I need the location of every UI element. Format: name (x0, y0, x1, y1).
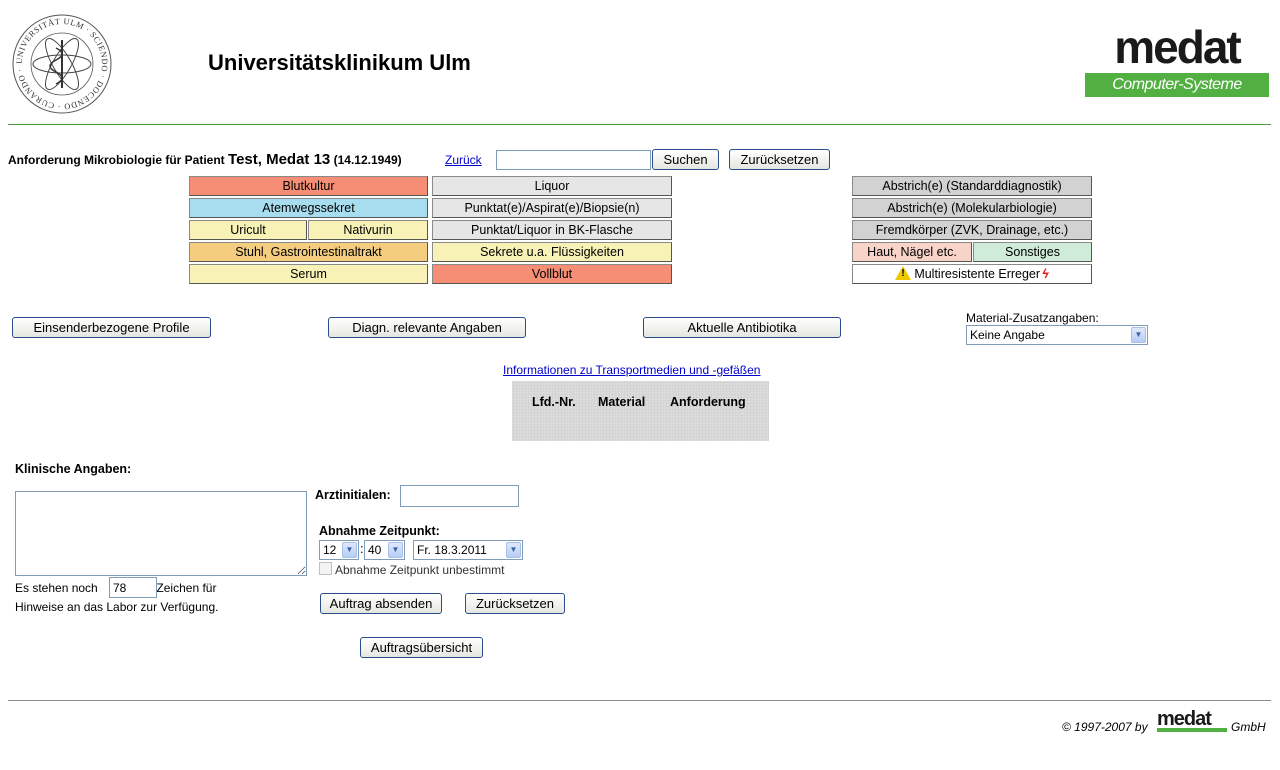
submit-order-button[interactable]: Auftrag absenden (320, 593, 442, 614)
material-serum[interactable]: Serum (189, 264, 428, 284)
university-seal-logo: UNIVERSITÄT ULM · SCIENDO · DOCENDO · CU… (12, 14, 112, 114)
minute-value: 40 (368, 543, 382, 557)
material-uricult[interactable]: Uricult (189, 220, 307, 240)
reset-search-button[interactable]: Zurücksetzen (729, 149, 830, 170)
chevron-down-icon: ▼ (342, 542, 357, 558)
diagnostic-info-button[interactable]: Diagn. relevante Angaben (328, 317, 526, 338)
patient-name: Test, Medat 13 (228, 151, 331, 168)
back-link[interactable]: Zurück (445, 153, 482, 167)
order-table: Lfd.-Nr. Material Anforderung (512, 381, 769, 441)
material-extra-select[interactable]: Keine Angabe ▼ (966, 325, 1148, 345)
medat-logo-word: medat (1114, 21, 1241, 73)
material-atemwegssekret[interactable]: Atemwegssekret (189, 198, 428, 218)
material-punktat-biopsie[interactable]: Punktat(e)/Aspirat(e)/Biopsie(n) (432, 198, 672, 218)
footer-logo-band (1157, 728, 1227, 732)
material-vollblut[interactable]: Vollblut (432, 264, 672, 284)
lightning-icon: ϟ (1042, 267, 1049, 281)
time-undetermined-label: Abnahme Zeitpunkt unbestimmt (335, 563, 505, 577)
material-fremdkoerper[interactable]: Fremdkörper (ZVK, Drainage, etc.) (852, 220, 1092, 240)
warning-icon (895, 266, 912, 280)
material-multiresistente-erreger[interactable]: Multiresistente Erregerϟ (852, 264, 1092, 284)
hour-select[interactable]: 12 ▼ (319, 540, 359, 560)
request-prefix: Anforderung Mikrobiologie für Patient (8, 153, 225, 167)
medat-logo: medat Computer-Systeme (1085, 22, 1269, 97)
material-stuhl[interactable]: Stuhl, Gastrointestinaltrakt (189, 242, 428, 262)
material-punktat-bk-flasche[interactable]: Punktat/Liquor in BK-Flasche (432, 220, 672, 240)
date-value: Fr. 18.3.2011 (417, 543, 487, 557)
column-header-number: Lfd.-Nr. (532, 395, 576, 409)
minute-select[interactable]: 40 ▼ (364, 540, 405, 560)
time-undetermined-checkbox[interactable] (319, 562, 332, 575)
header-divider (8, 124, 1271, 125)
patient-search-input[interactable] (496, 150, 651, 170)
order-overview-button[interactable]: Auftragsübersicht (360, 637, 483, 658)
sample-time-label: Abnahme Zeitpunkt: (319, 524, 440, 538)
transport-info-link[interactable]: Informationen zu Transportmedien und -ge… (503, 363, 760, 377)
chevron-down-icon: ▼ (1131, 327, 1146, 343)
hour-value: 12 (323, 543, 337, 557)
material-haut-naegel[interactable]: Haut, Nägel etc. (852, 242, 972, 262)
material-sonstiges[interactable]: Sonstiges (973, 242, 1092, 262)
copyright-text: © 1997-2007 by (1062, 720, 1148, 734)
footer-divider (8, 700, 1271, 701)
clinical-info-textarea[interactable] (15, 491, 307, 576)
footer-medat-logo: medat (1157, 708, 1227, 733)
footer-gmbh: GmbH (1231, 720, 1266, 734)
chevron-down-icon: ▼ (388, 542, 403, 558)
material-extra-label: Material-Zusatzangaben: (966, 311, 1099, 325)
column-header-material: Material (598, 395, 646, 409)
patient-dob: (14.12.1949) (333, 153, 402, 167)
material-blutkultur[interactable]: Blutkultur (189, 176, 428, 196)
material-liquor[interactable]: Liquor (432, 176, 672, 196)
search-button[interactable]: Suchen (652, 149, 719, 170)
remaining-chars-text-line2: Hinweise an das Labor zur Verfügung. (15, 600, 219, 614)
doctor-initials-input[interactable] (400, 485, 519, 507)
material-nativurin[interactable]: Nativurin (308, 220, 428, 240)
clinic-title: Universitätsklinikum Ulm (208, 50, 471, 75)
medat-logo-subtitle: Computer-Systeme (1085, 73, 1269, 97)
current-antibiotics-button[interactable]: Aktuelle Antibiotika (643, 317, 841, 338)
chevron-down-icon: ▼ (506, 542, 521, 558)
column-header-request: Anforderung (670, 395, 746, 409)
request-heading: Anforderung Mikrobiologie für Patient Te… (8, 151, 402, 168)
date-select[interactable]: Fr. 18.3.2011 ▼ (413, 540, 523, 560)
material-abstrich-standard[interactable]: Abstrich(e) (Standarddiagnostik) (852, 176, 1092, 196)
material-abstrich-molekular[interactable]: Abstrich(e) (Molekularbiologie) (852, 198, 1092, 218)
clinical-info-label: Klinische Angaben: (15, 462, 132, 476)
mre-label: Multiresistente Erreger (914, 267, 1041, 281)
material-extra-selected: Keine Angabe (970, 328, 1045, 342)
material-sekrete[interactable]: Sekrete u.a. Flüssigkeiten (432, 242, 672, 262)
remaining-chars-counter (109, 577, 157, 598)
reset-form-button[interactable]: Zurücksetzen (465, 593, 565, 614)
doctor-initials-label: Arztinitialen: (315, 488, 391, 502)
sender-profiles-button[interactable]: Einsenderbezogene Profile (12, 317, 211, 338)
